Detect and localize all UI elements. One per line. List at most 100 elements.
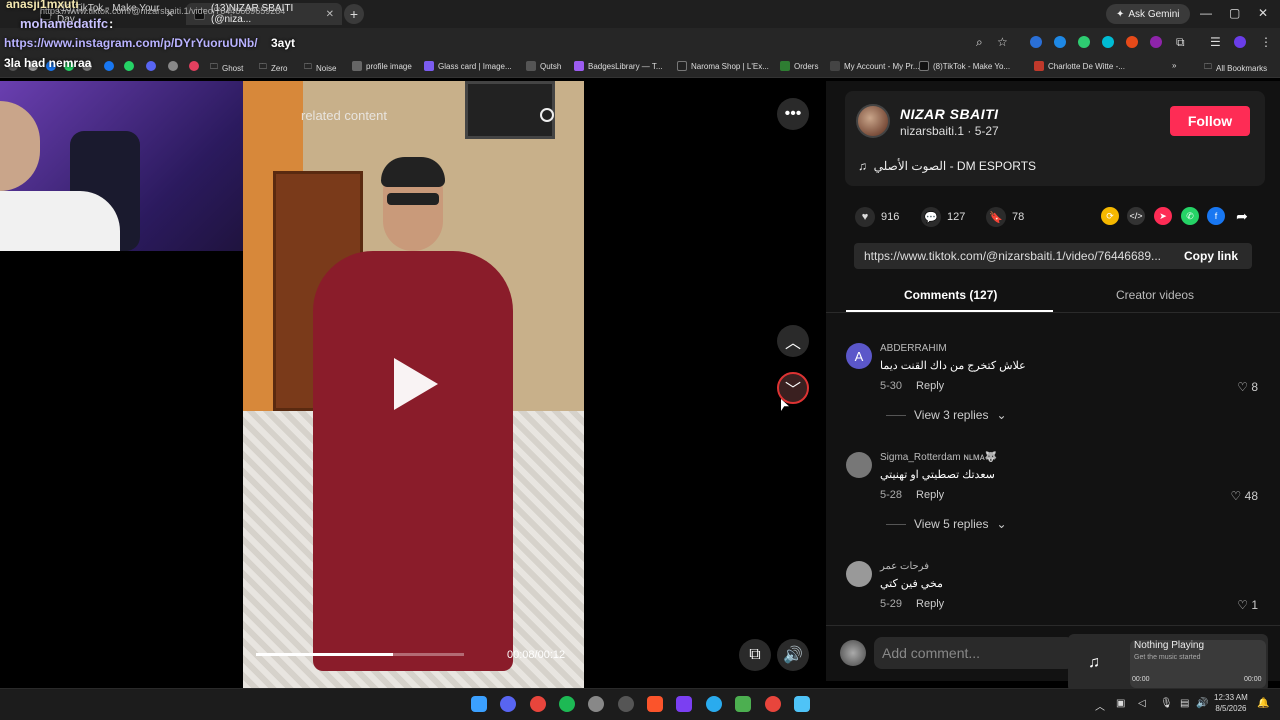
system-clock[interactable]: 12:33 AM 8/5/2026 xyxy=(1214,692,1248,714)
more-options-button[interactable]: ••• xyxy=(777,98,809,130)
brave-icon[interactable] xyxy=(647,696,663,712)
reply-button[interactable]: Reply xyxy=(916,380,944,392)
bookmark-noise[interactable]: 🗀 Noise xyxy=(304,61,336,75)
comment-like[interactable]: ♡ 1 xyxy=(1237,598,1258,612)
bookmarks-overflow-icon[interactable]: » xyxy=(1172,61,1176,70)
app-icon[interactable] xyxy=(735,696,751,712)
reading-list-icon[interactable]: ☰ xyxy=(1210,35,1221,49)
discord-icon[interactable] xyxy=(500,696,516,712)
next-video-button[interactable]: ﹀ xyxy=(777,372,809,404)
bookmark-my-account[interactable]: My Account - My Pr... xyxy=(830,61,920,71)
tab-comments[interactable]: Comments (127) xyxy=(904,288,997,302)
tray-app-icon[interactable]: ◁ xyxy=(1138,698,1146,709)
profile-avatar[interactable] xyxy=(1234,36,1246,48)
author-avatar[interactable] xyxy=(856,104,890,138)
miniplayer-button[interactable]: ⧉ xyxy=(739,639,771,671)
media-notification[interactable]: ♫ Nothing Playing Get the music started … xyxy=(1068,634,1268,692)
bookmark-charlotte[interactable]: Charlotte De Witte -... xyxy=(1034,61,1125,71)
commenter-avatar[interactable] xyxy=(846,561,872,587)
music-link[interactable]: ♫ الصوت الأصلي - DM ESPORTS xyxy=(858,159,1036,173)
whatsapp-icon[interactable]: ✆ xyxy=(1181,207,1199,225)
bookmark-orders[interactable]: Orders xyxy=(780,61,818,71)
send-icon[interactable]: ➤ xyxy=(1154,207,1172,225)
bookmark-naroma-shop[interactable]: Naroma Shop | L'Ex... xyxy=(677,61,769,71)
close-window-icon[interactable]: ✕ xyxy=(1258,6,1268,20)
add-comment-input[interactable]: Add comment... xyxy=(874,637,1074,669)
repost-icon[interactable]: ⟳ xyxy=(1101,207,1119,225)
new-tab-button[interactable]: + xyxy=(344,4,364,24)
embed-icon[interactable]: </> xyxy=(1127,207,1145,225)
bookmark-zero[interactable]: 🗀 Zero xyxy=(259,61,287,75)
commenter-name[interactable]: Sigma_Rotterdam ɴʟᴍᴀ🐺 xyxy=(880,452,997,463)
comment-stat[interactable]: 💬 127 xyxy=(921,207,965,227)
puzzle-icon[interactable]: ⧉ xyxy=(1176,35,1185,50)
minimize-icon[interactable]: — xyxy=(1200,6,1212,20)
extension-icon[interactable] xyxy=(1030,36,1042,48)
star-icon[interactable]: ☆ xyxy=(997,35,1008,49)
menu-kebab-icon[interactable]: ⋮ xyxy=(1260,35,1272,49)
view-replies-button[interactable]: View 3 replies ⌄ xyxy=(886,408,1007,422)
share-arrow-icon[interactable]: ➦ xyxy=(1233,207,1251,225)
close-tab-icon[interactable]: ✕ xyxy=(326,9,334,20)
chrome-icon[interactable] xyxy=(765,696,781,712)
volume-tray-icon[interactable]: 🔊 xyxy=(1196,698,1208,709)
copy-link-button[interactable]: Copy link xyxy=(1172,249,1238,263)
like-stat[interactable]: ♥ 916 xyxy=(855,207,899,227)
reply-button[interactable]: Reply xyxy=(916,489,944,501)
comment-like[interactable]: ♡ 48 xyxy=(1231,489,1258,503)
bookmark-profile-image[interactable]: profile image xyxy=(352,61,412,71)
search-icon[interactable] xyxy=(540,108,554,122)
windows-start-icon[interactable] xyxy=(471,696,487,712)
maximize-icon[interactable]: ▢ xyxy=(1229,6,1240,20)
related-content-label[interactable]: related content xyxy=(301,108,387,123)
facebook-icon[interactable]: f xyxy=(1207,207,1225,225)
comment-like[interactable]: ♡ 8 xyxy=(1237,380,1258,394)
extension-icon[interactable] xyxy=(1078,36,1090,48)
video-progress-bar[interactable] xyxy=(256,653,464,656)
zoom-icon[interactable]: ⌕ xyxy=(976,35,983,50)
app-icon[interactable] xyxy=(676,696,692,712)
follow-button[interactable]: Follow xyxy=(1170,106,1250,136)
tray-app-icon[interactable]: ▣ xyxy=(1116,698,1125,709)
discord-icon[interactable] xyxy=(146,61,156,71)
whatsapp-icon[interactable] xyxy=(124,61,134,71)
commenter-name[interactable]: ABDERRAHIM xyxy=(880,343,947,354)
all-bookmarks[interactable]: 🗀 All Bookmarks xyxy=(1204,61,1267,75)
bookmark-favicon[interactable] xyxy=(168,61,178,71)
telegram-icon[interactable] xyxy=(706,696,722,712)
commenter-name[interactable]: فرحات عمر xyxy=(880,561,929,572)
reply-button[interactable]: Reply xyxy=(916,598,944,610)
share-link-url[interactable]: https://www.tiktok.com/@nizarsbaiti.1/vi… xyxy=(854,249,1172,263)
extension-icon[interactable] xyxy=(1054,36,1066,48)
app-icon[interactable] xyxy=(588,696,604,712)
microphone-icon[interactable]: 🎙 xyxy=(1160,698,1173,709)
previous-video-button[interactable]: ︿ xyxy=(777,325,809,357)
app-icon[interactable] xyxy=(794,696,810,712)
ask-gemini-button[interactable]: ✦ Ask Gemini xyxy=(1106,4,1190,24)
bookmark-ghost[interactable]: 🗀 Ghost xyxy=(210,61,243,75)
commenter-avatar[interactable]: A xyxy=(846,343,872,369)
network-icon[interactable]: ▤ xyxy=(1180,698,1189,709)
volume-button[interactable]: 🔊 xyxy=(777,639,809,671)
view-replies-button[interactable]: View 5 replies ⌄ xyxy=(886,517,1007,531)
bookmark-favicon[interactable] xyxy=(189,61,199,71)
author-handle[interactable]: nizarsbaiti.1 · 5-27 xyxy=(900,124,999,138)
extension-icon[interactable] xyxy=(1126,36,1138,48)
notification-bell-icon[interactable]: 🔔 xyxy=(1257,698,1269,709)
play-icon[interactable] xyxy=(394,358,438,410)
bookmark-tiktok[interactable]: (8)TikTok - Make Yo... xyxy=(919,61,1010,71)
app-icon[interactable] xyxy=(618,696,634,712)
commenter-avatar[interactable] xyxy=(846,452,872,478)
facebook-icon[interactable] xyxy=(104,61,114,71)
bookmark-badges-library[interactable]: BadgesLibrary — T... xyxy=(574,61,663,71)
chrome-icon[interactable] xyxy=(530,696,546,712)
tray-chevron-icon[interactable]: ︿ xyxy=(1095,698,1105,713)
extension-icon[interactable] xyxy=(1150,36,1162,48)
author-name[interactable]: NIZAR SBAITI xyxy=(900,106,999,122)
save-stat[interactable]: 🔖 78 xyxy=(986,207,1024,227)
bookmark-glass-card[interactable]: Glass card | Image... xyxy=(424,61,512,71)
extension-icon[interactable] xyxy=(1102,36,1114,48)
bookmark-qutsh[interactable]: Qutsh xyxy=(526,61,561,71)
spotify-icon[interactable] xyxy=(559,696,575,712)
tab-creator-videos[interactable]: Creator videos xyxy=(1116,288,1194,302)
